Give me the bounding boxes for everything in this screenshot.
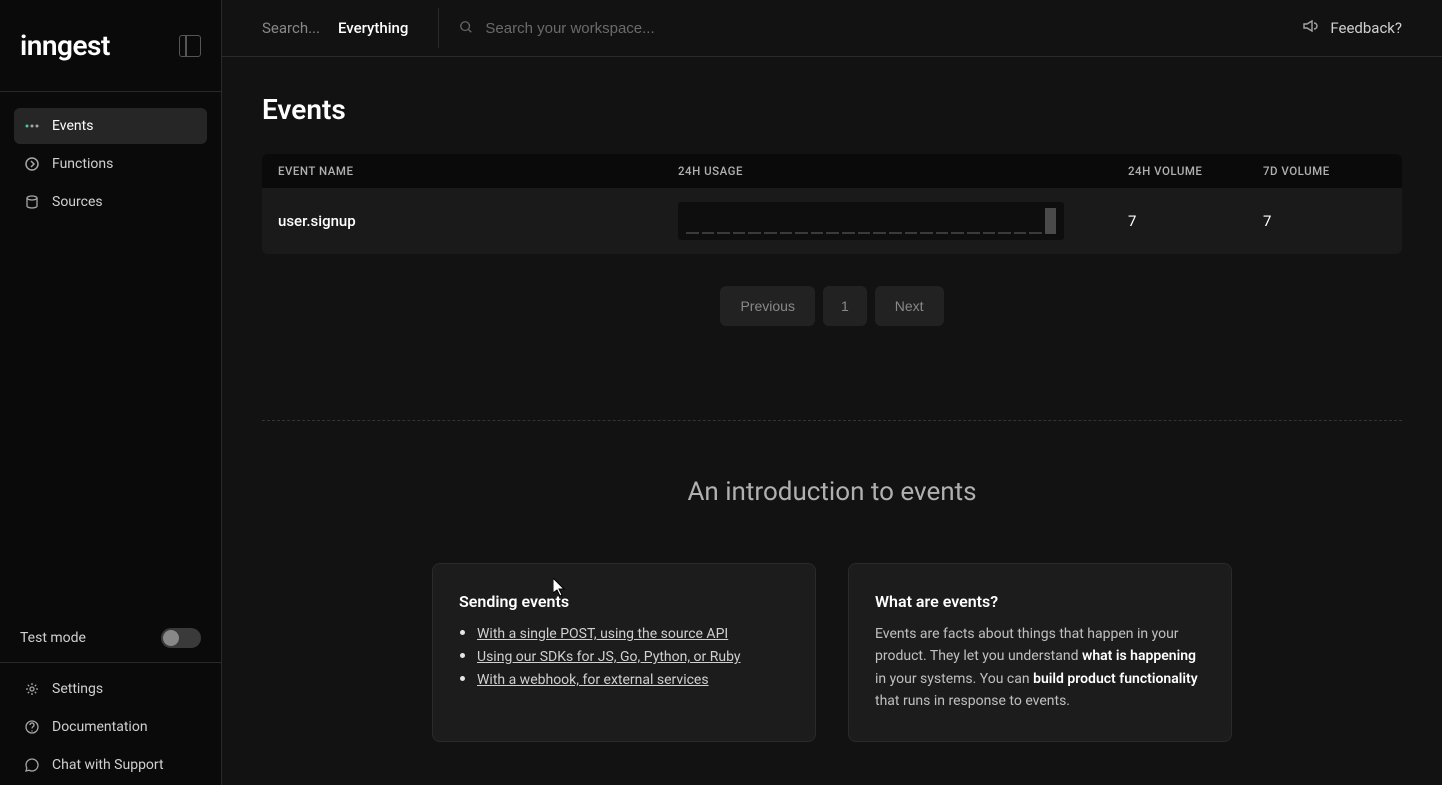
search-input[interactable]	[485, 20, 1302, 37]
megaphone-icon	[1302, 17, 1320, 39]
page-number[interactable]: 1	[823, 286, 867, 326]
table-row[interactable]: user.signup 7 7	[262, 188, 1402, 254]
functions-icon	[24, 156, 40, 172]
nav-item-documentation[interactable]: Documentation	[14, 709, 207, 745]
card-what-are-events: What are events? Events are facts about …	[848, 563, 1232, 742]
next-button[interactable]: Next	[875, 286, 944, 326]
events-table: EVENT NAME 24H USAGE 24H VOLUME 7D VOLUM…	[262, 154, 1402, 254]
search-icon	[459, 19, 473, 38]
main-nav: Events Functions Sources	[0, 92, 221, 614]
divider	[262, 420, 1402, 421]
search-label[interactable]: Search...	[262, 19, 320, 37]
test-mode-toggle[interactable]	[161, 628, 201, 648]
search-wrap	[459, 19, 1302, 38]
nav-item-settings[interactable]: Settings	[14, 671, 207, 707]
logo: inngest	[20, 29, 110, 62]
vol-7d: 7	[1263, 212, 1386, 230]
nav-item-events[interactable]: Events	[14, 108, 207, 144]
collapse-sidebar-button[interactable]	[179, 35, 201, 57]
pagination: Previous 1 Next	[262, 286, 1402, 326]
topbar: Search... Everything Feedback?	[222, 0, 1442, 57]
sources-icon	[24, 194, 40, 210]
nav-label: Sources	[52, 194, 103, 210]
col-header-7d: 7D VOLUME	[1263, 164, 1386, 178]
link-source-api[interactable]: With a single POST, using the source API	[477, 626, 728, 642]
nav-label: Settings	[52, 681, 103, 697]
table-header: EVENT NAME 24H USAGE 24H VOLUME 7D VOLUM…	[262, 154, 1402, 188]
list-item: With a webhook, for external services	[477, 669, 789, 688]
main: Search... Everything Feedback? Events EV…	[222, 0, 1442, 785]
card-sending-events: Sending events With a single POST, using…	[432, 563, 816, 742]
intro-cards: Sending events With a single POST, using…	[262, 563, 1402, 742]
col-header-24h: 24H VOLUME	[1128, 164, 1263, 178]
test-mode-row: Test mode	[0, 614, 221, 663]
intro-title: An introduction to events	[262, 477, 1402, 507]
previous-button[interactable]: Previous	[720, 286, 814, 326]
events-icon	[24, 118, 40, 134]
nav-item-functions[interactable]: Functions	[14, 146, 207, 182]
card-title: What are events?	[875, 592, 1205, 611]
content: Events EVENT NAME 24H USAGE 24H VOLUME 7…	[222, 57, 1442, 785]
sidebar-footer: Settings Documentation Chat with Support	[0, 663, 221, 785]
card-title: Sending events	[459, 592, 789, 611]
list-item: Using our SDKs for JS, Go, Python, or Ru…	[477, 646, 789, 665]
nav-item-sources[interactable]: Sources	[14, 184, 207, 220]
nav-label: Chat with Support	[52, 757, 164, 773]
feedback-button[interactable]: Feedback?	[1302, 17, 1422, 39]
help-icon	[24, 719, 40, 735]
chat-icon	[24, 757, 40, 773]
usage-sparkline	[678, 202, 1064, 240]
nav-label: Functions	[52, 156, 113, 172]
usage-cell	[678, 202, 1128, 240]
link-webhook[interactable]: With a webhook, for external services	[477, 672, 709, 688]
event-name: user.signup	[278, 212, 678, 230]
list-item: With a single POST, using the source API	[477, 623, 789, 642]
nav-label: Documentation	[52, 719, 148, 735]
col-header-usage: 24H USAGE	[678, 164, 1128, 178]
divider	[438, 8, 439, 48]
card-text: Events are facts about things that happe…	[875, 623, 1205, 713]
page-title: Events	[262, 93, 1402, 126]
sidebar-header: inngest	[0, 0, 221, 92]
search-pills: Search... Everything	[262, 19, 408, 37]
test-mode-label: Test mode	[20, 630, 86, 646]
nav-item-chat-support[interactable]: Chat with Support	[14, 747, 207, 783]
search-filter[interactable]: Everything	[338, 19, 408, 37]
nav-label: Events	[52, 118, 93, 134]
gear-icon	[24, 681, 40, 697]
feedback-label: Feedback?	[1330, 19, 1402, 37]
vol-24h: 7	[1128, 212, 1263, 230]
link-sdks[interactable]: Using our SDKs for JS, Go, Python, or Ru…	[477, 649, 741, 665]
sidebar: inngest Events Functions Sources Test mo…	[0, 0, 222, 785]
col-header-name: EVENT NAME	[278, 164, 678, 178]
